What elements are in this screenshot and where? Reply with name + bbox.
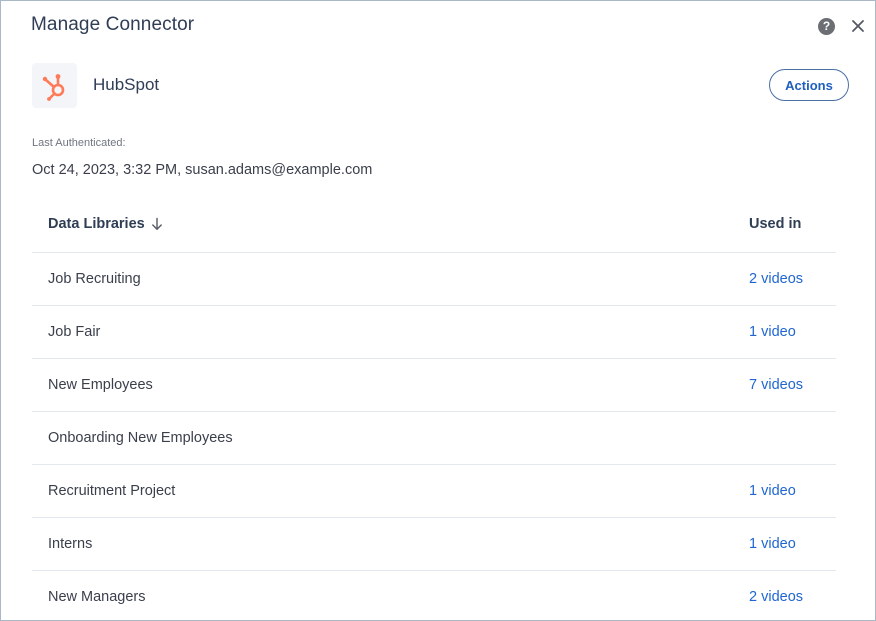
library-name: Recruitment Project — [48, 483, 176, 499]
connector-logo — [32, 63, 77, 108]
last-authenticated-label: Last Authenticated: — [32, 137, 126, 149]
manage-connector-dialog: Manage Connector ? HubSpot Actions Last … — [0, 0, 876, 621]
library-name: Interns — [48, 536, 93, 552]
used-in-link[interactable]: 2 videos — [749, 589, 803, 605]
table-row: Interns 1 video — [32, 518, 836, 571]
column-header-data-libraries[interactable]: Data Libraries — [48, 216, 163, 232]
data-libraries-table: Data Libraries Used in Job Recruiting 2 … — [32, 199, 836, 620]
library-name: New Managers — [48, 589, 146, 605]
table-row: Onboarding New Employees — [32, 412, 836, 465]
dialog-title: Manage Connector — [31, 14, 195, 35]
table-row: New Managers 2 videos — [32, 571, 836, 620]
library-name: New Employees — [48, 377, 153, 393]
connector-name: HubSpot — [93, 75, 160, 94]
table-row: Job Recruiting 2 videos — [32, 253, 836, 306]
hubspot-logo-icon — [42, 73, 64, 101]
library-name: Onboarding New Employees — [48, 430, 233, 446]
used-in-link[interactable]: 1 video — [749, 536, 796, 552]
used-in-link[interactable]: 1 video — [749, 324, 796, 340]
table-row: Job Fair 1 video — [32, 306, 836, 359]
library-name: Job Recruiting — [48, 271, 141, 287]
column-header-label: Data Libraries — [48, 216, 145, 232]
table-row: Recruitment Project 1 video — [32, 465, 836, 518]
help-icon[interactable]: ? — [818, 18, 835, 35]
used-in-link[interactable]: 1 video — [749, 483, 796, 499]
close-icon[interactable] — [849, 17, 867, 35]
used-in-link[interactable]: 2 videos — [749, 271, 803, 287]
actions-button[interactable]: Actions — [769, 69, 849, 101]
used-in-link[interactable]: 7 videos — [749, 377, 803, 393]
table-header: Data Libraries Used in — [32, 199, 836, 253]
table-row: New Employees 7 videos — [32, 359, 836, 412]
last-authenticated-value: Oct 24, 2023, 3:32 PM, susan.adams@examp… — [32, 162, 373, 178]
column-header-used-in: Used in — [749, 216, 802, 232]
library-name: Job Fair — [48, 324, 101, 340]
arrow-down-icon[interactable] — [151, 217, 163, 231]
